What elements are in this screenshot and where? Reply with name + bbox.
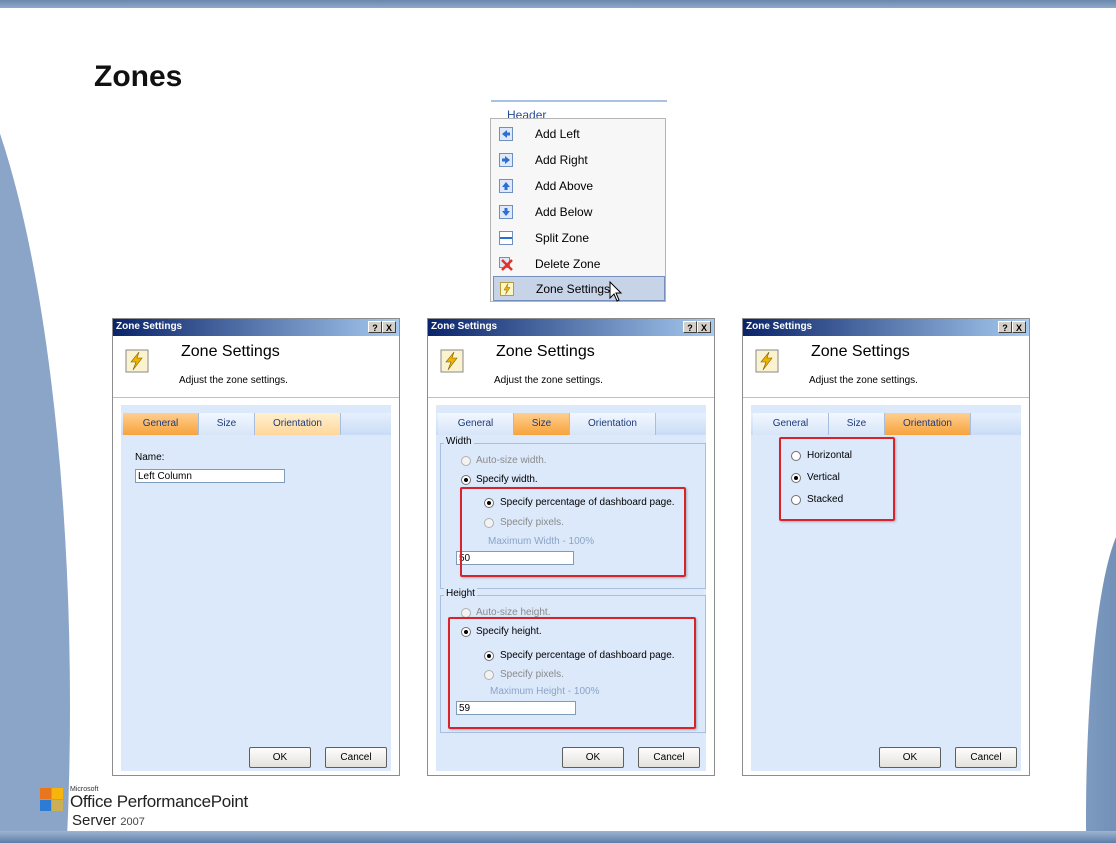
menu-item-add-above[interactable]: Add Above (493, 174, 665, 198)
dialog-divider (113, 397, 399, 398)
menu-item-add-left[interactable]: Add Left (493, 122, 665, 146)
dialog-heading: Zone Settings (811, 343, 910, 360)
dialog-divider (743, 397, 1029, 398)
menu-item-label: Add Left (535, 127, 580, 141)
zone-settings-icon (755, 349, 779, 373)
menu-item-add-below[interactable]: Add Below (493, 200, 665, 224)
tab-size[interactable]: Size (514, 413, 570, 435)
logo-server-text: Server (72, 812, 117, 829)
add-below-icon (499, 205, 513, 219)
menu-item-add-right[interactable]: Add Right (493, 148, 665, 172)
auto-size-width-label: Auto-size width. (476, 455, 547, 466)
menu-item-split-zone[interactable]: Split Zone (493, 226, 665, 250)
tab-size[interactable]: Size (829, 413, 885, 435)
mouse-cursor-icon (609, 281, 623, 302)
dialog-description: Adjust the zone settings. (494, 375, 603, 386)
dialog-titlebar: Zone Settings ? X (743, 319, 1029, 336)
menu-item-label: Split Zone (535, 231, 590, 245)
zone-settings-icon (440, 349, 464, 373)
name-label: Name: (135, 452, 165, 463)
zone-settings-dialog-orientation: Zone Settings ? X Zone Settings Adjust t… (742, 318, 1030, 776)
dialog-window-title: Zone Settings (746, 321, 813, 332)
slide-right-curve (1076, 0, 1116, 843)
ok-button[interactable]: OK (562, 747, 624, 768)
office-performancepoint-logo: Microsoft Office PerformancePoint Server… (34, 786, 248, 838)
tab-orientation[interactable]: Orientation (255, 413, 341, 435)
menu-item-zone-settings[interactable]: Zone Settings (493, 276, 665, 301)
name-input[interactable]: Left Column (135, 469, 285, 483)
menu-item-label: Zone Settings (536, 282, 611, 296)
dialog-titlebar: Zone Settings ? X (113, 319, 399, 336)
logo-year-text: 2007 (120, 816, 145, 828)
width-highlight-box (460, 487, 686, 577)
close-button[interactable]: X (1012, 321, 1026, 333)
add-left-icon (499, 127, 513, 141)
slide-top-band (0, 0, 1116, 8)
office-logo-icon (40, 788, 63, 811)
cancel-button[interactable]: Cancel (638, 747, 700, 768)
dialog-heading: Zone Settings (496, 343, 595, 360)
auto-size-width-radio[interactable] (461, 456, 471, 466)
menu-item-label: Add Below (535, 205, 593, 219)
tab-orientation[interactable]: Orientation (885, 413, 971, 435)
help-button[interactable]: ? (368, 321, 382, 333)
tab-general[interactable]: General (753, 413, 829, 435)
ok-button[interactable]: OK (879, 747, 941, 768)
dialog-description: Adjust the zone settings. (179, 375, 288, 386)
logo-product-line2: Server 2007 (72, 812, 145, 829)
ok-button[interactable]: OK (249, 747, 311, 768)
tab-general[interactable]: General (438, 413, 514, 435)
zone-header-line (491, 100, 667, 102)
menu-item-label: Delete Zone (535, 257, 601, 271)
menu-item-label: Add Right (535, 153, 588, 167)
height-group-title: Height (444, 588, 477, 599)
orientation-highlight-box (779, 437, 895, 521)
tab-general[interactable]: General (123, 413, 199, 435)
dialog-window-title: Zone Settings (116, 321, 183, 332)
tab-orientation[interactable]: Orientation (570, 413, 656, 435)
specify-width-label: Specify width. (476, 474, 538, 485)
zone-settings-dialog-size: Zone Settings ? X Zone Settings Adjust t… (427, 318, 715, 776)
zone-settings-icon (125, 349, 149, 373)
dialog-window-title: Zone Settings (431, 321, 498, 332)
slide-title: Zones (94, 60, 183, 93)
specify-width-radio[interactable] (461, 475, 471, 485)
help-button[interactable]: ? (998, 321, 1012, 333)
menu-item-delete-zone[interactable]: Delete Zone (493, 252, 665, 276)
context-menu-list: Add Left Add Right Add Above Add Below S… (490, 118, 666, 302)
delete-zone-icon (499, 257, 513, 271)
logo-product-name: Office PerformancePoint (70, 792, 248, 811)
add-above-icon (499, 179, 513, 193)
add-right-icon (499, 153, 513, 167)
menu-item-label: Add Above (535, 179, 594, 193)
dialog-heading: Zone Settings (181, 343, 280, 360)
close-button[interactable]: X (382, 321, 396, 333)
cancel-button[interactable]: Cancel (955, 747, 1017, 768)
dialog-description: Adjust the zone settings. (809, 375, 918, 386)
zone-settings-dialog-general: Zone Settings ? X Zone Settings Adjust t… (112, 318, 400, 776)
split-zone-icon (499, 231, 513, 245)
zone-settings-icon (500, 282, 514, 296)
close-button[interactable]: X (697, 321, 711, 333)
dialog-divider (428, 397, 714, 398)
help-button[interactable]: ? (683, 321, 697, 333)
cancel-button[interactable]: Cancel (325, 747, 387, 768)
tab-size[interactable]: Size (199, 413, 255, 435)
zone-context-menu: Header Add Left Add Right Add Above Add … (489, 98, 669, 306)
height-highlight-box (448, 617, 696, 729)
width-group-title: Width (444, 436, 474, 447)
dialog-titlebar: Zone Settings ? X (428, 319, 714, 336)
